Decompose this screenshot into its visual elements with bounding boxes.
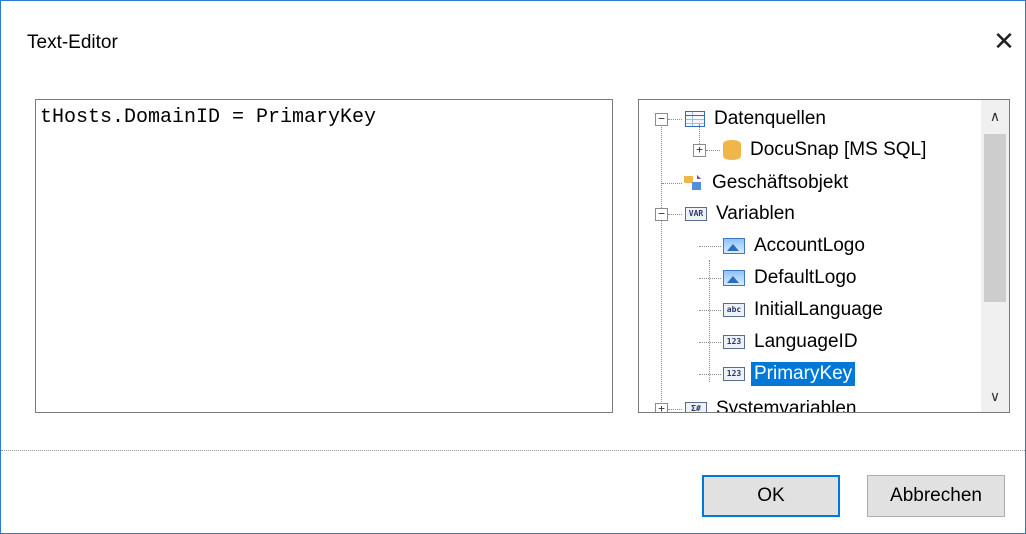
expression-editor[interactable]: tHosts.DomainID = PrimaryKey [35, 99, 613, 413]
tree-item-label: DefaultLogo [754, 267, 857, 288]
tree-item-label: AccountLogo [754, 235, 865, 256]
tree-connector [699, 374, 721, 375]
expander-variablen[interactable]: − [655, 208, 668, 221]
tree-item-label: Datenquellen [714, 108, 826, 129]
table-icon [685, 111, 705, 127]
tree-item-label: PrimaryKey [751, 362, 856, 386]
tree-connector [668, 119, 682, 120]
tree-item-geschaeftsobjekt[interactable]: Geschäftsobjekt [683, 168, 851, 198]
scroll-down-icon[interactable]: ∨ [981, 384, 1009, 410]
data-tree[interactable]: − Datenquellen + DocuSnap [MS SQL] Gesch… [638, 99, 1010, 413]
tree-item-primarykey[interactable]: 123 PrimaryKey [723, 359, 856, 389]
tree-connector [699, 246, 721, 247]
tree-item-label: InitialLanguage [754, 299, 883, 320]
tree-item-initiallanguage[interactable]: abc InitialLanguage [723, 295, 886, 325]
tree-item-languageid[interactable]: 123 LanguageID [723, 327, 861, 357]
expression-text[interactable]: tHosts.DomainID = PrimaryKey [40, 106, 376, 129]
tree-item-label: DocuSnap [MS SQL] [750, 139, 927, 160]
title-bar: Text-Editor ✕ [1, 1, 1025, 87]
variable-icon: VAR [685, 207, 707, 221]
tree-connector [668, 409, 682, 410]
tree-item-accountlogo[interactable]: AccountLogo [723, 231, 868, 261]
number-icon: 123 [723, 367, 745, 381]
footer-divider [1, 450, 1025, 451]
tree-connector [668, 214, 682, 215]
tree-item-label: LanguageID [754, 331, 858, 352]
ok-button[interactable]: OK [702, 475, 840, 517]
tree-item-label: Variablen [716, 203, 795, 224]
number-icon: 123 [723, 335, 745, 349]
tree-item-datenquellen[interactable]: Datenquellen [685, 104, 829, 134]
tree-connector [699, 278, 721, 279]
tree-item-label: Geschäftsobjekt [712, 172, 849, 193]
tree-line-root [661, 124, 662, 412]
string-icon: abc [723, 303, 745, 317]
scroll-thumb[interactable] [984, 134, 1006, 302]
tree-items: − Datenquellen + DocuSnap [MS SQL] Gesch… [639, 100, 979, 412]
scroll-up-icon[interactable]: ∧ [981, 104, 1009, 130]
cancel-button[interactable]: Abbrechen [867, 475, 1005, 517]
image-icon [723, 238, 745, 254]
image-icon [723, 270, 745, 286]
close-icon[interactable]: ✕ [989, 27, 1019, 57]
expander-docusnap[interactable]: + [693, 144, 706, 157]
tree-connector [662, 183, 682, 184]
text-editor-dialog: Text-Editor ✕ tHosts.DomainID = PrimaryK… [0, 0, 1026, 534]
tree-item-defaultlogo[interactable]: DefaultLogo [723, 263, 859, 293]
tree-item-docusnap[interactable]: DocuSnap [MS SQL] [723, 135, 929, 165]
tree-connector [699, 342, 721, 343]
tree-line-sub [699, 124, 700, 144]
tree-connector [699, 310, 721, 311]
database-icon [723, 140, 741, 160]
system-variable-icon: Σ# [685, 402, 707, 412]
dialog-title: Text-Editor [27, 32, 118, 53]
tree-item-variablen[interactable]: VAR Variablen [685, 199, 798, 229]
expander-datenquellen[interactable]: − [655, 113, 668, 126]
tree-item-label: Systemvariablen [716, 398, 857, 412]
tree-item-systemvariablen[interactable]: Σ# Systemvariablen [685, 394, 859, 412]
business-object-icon [683, 174, 703, 192]
tree-connector [706, 150, 720, 151]
tree-scrollbar[interactable]: ∧ ∨ [981, 100, 1009, 412]
expander-systemvariablen[interactable]: + [655, 403, 668, 412]
